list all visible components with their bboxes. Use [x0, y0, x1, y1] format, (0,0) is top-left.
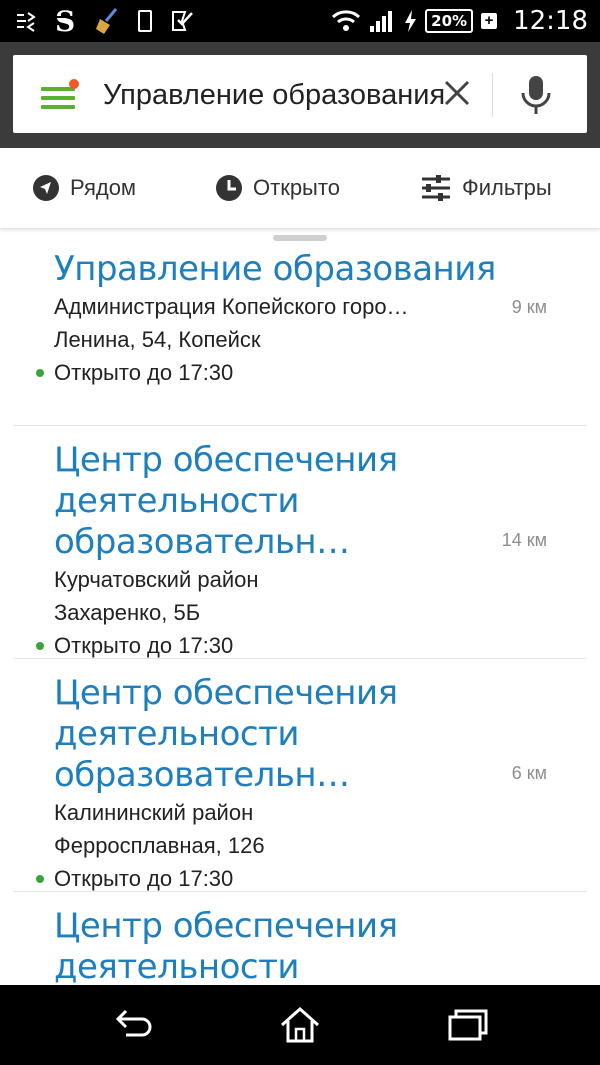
status-bar-notifications: S [14, 6, 196, 36]
clock-icon [216, 175, 242, 201]
list-item[interactable]: Управление образования Администрация Коп… [13, 245, 587, 426]
usb-debug-icon [14, 7, 38, 35]
result-title: Управление образования [54, 249, 496, 289]
result-hours-text: Открыто до 17:30 [54, 866, 234, 891]
open-status-dot [36, 369, 44, 377]
signal-icon [369, 7, 395, 35]
home-icon [281, 1006, 319, 1043]
s-app-icon: S [54, 7, 78, 35]
list-item[interactable]: Центр обеспечения деятельности образоват… [13, 892, 587, 985]
charging-icon [403, 7, 417, 35]
filter-open-label: Открыто [253, 175, 340, 200]
filter-settings-label: Фильтры [462, 175, 552, 200]
clock: 12:18 [513, 6, 588, 36]
result-title: Центр обеспечения деятельности образоват… [54, 440, 398, 562]
notification-dot [69, 79, 79, 89]
result-category: Курчатовский район [54, 567, 259, 592]
result-distance: 6 км [511, 763, 547, 783]
back-icon [115, 1009, 152, 1037]
search-bar-area: Управление образования [0, 42, 600, 148]
filter-bar: Рядом Открыто Фильтры [0, 148, 600, 229]
navigation-arrow-icon [33, 175, 59, 201]
result-hours: Открыто до 17:30 [36, 862, 587, 895]
status-bar: S 20% + 12:18 [0, 0, 600, 42]
result-hours-text: Открыто до 17:30 [54, 360, 234, 385]
result-title: Центр обеспечения деятельности образоват… [54, 673, 398, 795]
filter-near-button[interactable]: Рядом [32, 170, 136, 206]
result-address: Ферросплавная, 126 [54, 833, 265, 858]
search-divider [492, 73, 493, 117]
results-list: Управление образования Администрация Коп… [0, 245, 600, 985]
battery-indicator: 20% [425, 9, 474, 33]
battery-plus-icon: + [481, 13, 498, 29]
sliders-icon [422, 175, 450, 201]
list-item[interactable]: Центр обеспечения деятельности образоват… [13, 426, 587, 659]
search-input[interactable]: Управление образования [103, 75, 448, 115]
svg-text:S: S [55, 7, 75, 35]
home-button[interactable] [278, 1005, 322, 1045]
result-address: Захаренко, 5Б [54, 600, 201, 625]
status-bar-system: 20% + 12:18 [331, 6, 588, 36]
open-status-dot [36, 642, 44, 650]
wifi-icon [331, 7, 361, 35]
result-distance: 14 км [501, 530, 547, 550]
filter-settings-button[interactable]: Фильтры [420, 170, 552, 206]
navigation-bar [0, 985, 600, 1065]
phone-icon [136, 7, 154, 35]
result-category: Администрация Копейского горо… [54, 294, 409, 319]
result-hours-text: Открыто до 17:30 [54, 633, 234, 658]
drag-handle[interactable] [273, 235, 327, 241]
clear-icon[interactable] [441, 77, 473, 109]
result-hours: Открыто до 17:30 [36, 629, 587, 662]
result-title: Центр обеспечения деятельности образоват… [54, 906, 398, 985]
search-query-text: Управление образования [103, 79, 446, 111]
filter-open-button[interactable]: Открыто [215, 170, 340, 206]
result-distance: 9 км [511, 297, 547, 317]
back-button[interactable] [112, 1005, 156, 1045]
list-item[interactable]: Центр обеспечения деятельности образоват… [13, 659, 587, 892]
check-box-icon [170, 7, 196, 35]
result-hours: Открыто до 17:30 [36, 356, 587, 389]
result-address: Ленина, 54, Копейск [54, 327, 261, 352]
filter-near-label: Рядом [70, 175, 137, 200]
result-category: Калининский район [54, 800, 254, 825]
microphone-icon[interactable] [518, 73, 554, 117]
broom-icon [94, 7, 120, 35]
recent-apps-icon [448, 1009, 488, 1041]
search-box: Управление образования [13, 55, 587, 133]
recent-apps-button[interactable] [446, 1005, 490, 1045]
open-status-dot [36, 875, 44, 883]
menu-icon[interactable] [41, 79, 79, 111]
